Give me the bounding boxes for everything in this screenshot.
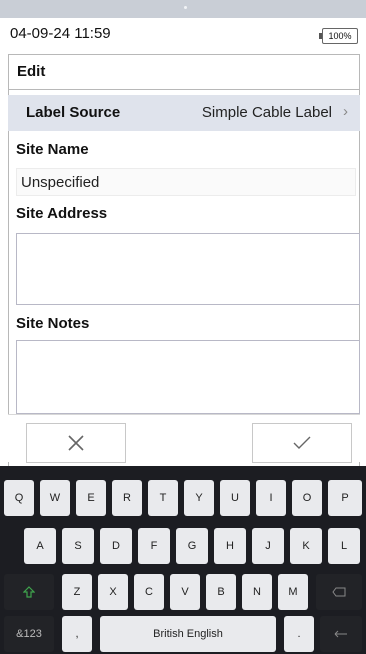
key-e[interactable]: E bbox=[76, 480, 106, 516]
cancel-button[interactable] bbox=[26, 423, 126, 463]
site-notes-label: Site Notes bbox=[16, 315, 90, 332]
top-status-strip bbox=[0, 0, 366, 18]
key-r[interactable]: R bbox=[112, 480, 142, 516]
key-g[interactable]: G bbox=[176, 528, 208, 564]
backspace-icon bbox=[332, 587, 346, 597]
status-bar: 04-09-24 11:59 100% bbox=[0, 18, 366, 54]
site-name-label: Site Name bbox=[16, 141, 89, 158]
key-z[interactable]: Z bbox=[62, 574, 92, 610]
action-bar bbox=[8, 414, 360, 463]
label-source-value: Simple Cable Label bbox=[201, 104, 332, 121]
key-t[interactable]: T bbox=[148, 480, 178, 516]
key-w[interactable]: W bbox=[40, 480, 70, 516]
on-screen-keyboard: Q W E R T Y U I O P A S D F G H J K L Z … bbox=[0, 466, 366, 654]
confirm-button[interactable] bbox=[252, 423, 352, 463]
strip-indicator-dot bbox=[184, 6, 187, 9]
close-icon bbox=[68, 435, 84, 451]
key-b[interactable]: B bbox=[206, 574, 236, 610]
key-x[interactable]: X bbox=[98, 574, 128, 610]
key-l[interactable]: L bbox=[328, 528, 360, 564]
battery-indicator: 100% bbox=[319, 28, 358, 44]
shift-key[interactable] bbox=[4, 574, 54, 610]
period-key[interactable]: . bbox=[284, 616, 314, 652]
site-notes-field[interactable] bbox=[16, 340, 360, 414]
enter-icon bbox=[334, 630, 347, 638]
key-k[interactable]: K bbox=[290, 528, 322, 564]
enter-key[interactable] bbox=[320, 616, 362, 652]
key-y[interactable]: Y bbox=[184, 480, 214, 516]
key-i[interactable]: I bbox=[256, 480, 286, 516]
key-u[interactable]: U bbox=[220, 480, 250, 516]
chevron-right-icon: › bbox=[343, 103, 348, 120]
label-source-label: Label Source bbox=[26, 104, 121, 121]
label-source-row[interactable]: Label Source Simple Cable Label › bbox=[8, 95, 360, 131]
site-address-field[interactable] bbox=[16, 233, 360, 305]
comma-key[interactable]: , bbox=[62, 616, 92, 652]
site-name-input[interactable] bbox=[16, 168, 356, 196]
page-title: Edit bbox=[17, 63, 46, 80]
key-m[interactable]: M bbox=[278, 574, 308, 610]
backspace-key[interactable] bbox=[316, 574, 362, 610]
key-f[interactable]: F bbox=[138, 528, 170, 564]
key-h[interactable]: H bbox=[214, 528, 246, 564]
shift-icon bbox=[23, 586, 35, 598]
key-o[interactable]: O bbox=[292, 480, 322, 516]
symbols-key[interactable]: &123 bbox=[4, 616, 54, 652]
key-q[interactable]: Q bbox=[4, 480, 34, 516]
key-p[interactable]: P bbox=[328, 480, 362, 516]
key-v[interactable]: V bbox=[170, 574, 200, 610]
key-j[interactable]: J bbox=[252, 528, 284, 564]
checkmark-icon bbox=[293, 436, 311, 449]
clock: 04-09-24 11:59 bbox=[10, 25, 111, 42]
key-a[interactable]: A bbox=[24, 528, 56, 564]
site-address-label: Site Address bbox=[16, 205, 108, 222]
key-d[interactable]: D bbox=[100, 528, 132, 564]
key-c[interactable]: C bbox=[134, 574, 164, 610]
key-n[interactable]: N bbox=[242, 574, 272, 610]
edit-header: Edit bbox=[8, 54, 360, 90]
space-key[interactable]: British English bbox=[100, 616, 276, 652]
key-s[interactable]: S bbox=[62, 528, 94, 564]
